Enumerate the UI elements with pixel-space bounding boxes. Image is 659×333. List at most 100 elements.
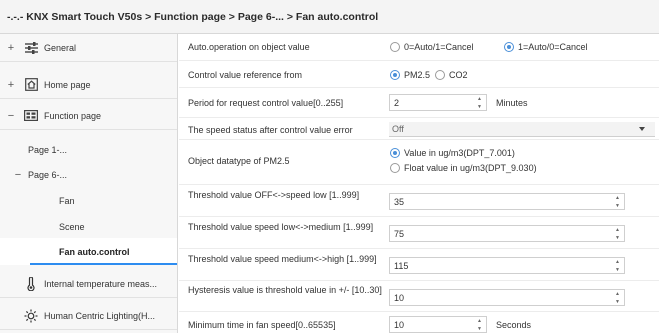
breadcrumb: -.-.- KNX Smart Touch V50s > Function pa…: [7, 11, 379, 23]
sidebar: + General + Home page − Function page Pa…: [0, 34, 178, 333]
spin-up-icon[interactable]: ▲: [477, 318, 482, 324]
hysteresis-row: Hysteresis value is threshold value in +…: [179, 281, 659, 312]
spinner-arrows[interactable]: ▲ ▼: [476, 96, 483, 110]
expand-toggle[interactable]: +: [6, 79, 16, 91]
spin-up-icon[interactable]: ▲: [477, 96, 482, 102]
min-time-input[interactable]: 10 ▲ ▼: [389, 316, 487, 333]
speed-status-row: The speed status after control value err…: [179, 118, 659, 140]
radio-indicator: [504, 42, 514, 52]
radio-pm25[interactable]: PM2.5: [390, 70, 430, 80]
radio-label: 1=Auto/0=Cancel: [518, 42, 588, 52]
threshold-low-medium-label: Threshold value speed low<->medium [1..9…: [188, 222, 374, 232]
spin-down-icon[interactable]: ▼: [615, 299, 620, 305]
sidebar-item-page-1[interactable]: Page 1-...: [0, 136, 177, 164]
datatype-row: Object datatype of PM2.5 Value in ug/m3(…: [179, 140, 659, 185]
spinner-arrows[interactable]: ▲ ▼: [614, 227, 621, 241]
radio-label: 0=Auto/1=Cancel: [404, 42, 474, 52]
sidebar-item-label: Function page: [44, 110, 102, 121]
radio-label: CO2: [449, 70, 468, 80]
spinner-arrows[interactable]: ▲ ▼: [614, 291, 621, 305]
auto-operation-row: Auto.operation on object value 0=Auto/1=…: [179, 34, 659, 61]
home-icon: [24, 78, 38, 92]
sidebar-item-function-page[interactable]: − Function page: [0, 102, 177, 130]
sidebar-item-label: Scene: [59, 222, 85, 232]
thermometer-icon: [24, 276, 38, 291]
speed-status-label: The speed status after control value err…: [188, 125, 353, 135]
spin-down-icon[interactable]: ▼: [477, 104, 482, 110]
period-label: Period for request control value[0..255]: [188, 98, 344, 108]
control-ref-label: Control value reference from: [188, 70, 303, 80]
collapse-toggle[interactable]: −: [6, 110, 16, 122]
title-bar: -.-.- KNX Smart Touch V50s > Function pa…: [0, 0, 659, 34]
expand-toggle[interactable]: +: [6, 42, 16, 54]
threshold-low-medium-input[interactable]: 75 ▲ ▼: [389, 225, 625, 242]
period-row: Period for request control value[0..255]…: [179, 88, 659, 118]
hysteresis-input[interactable]: 10 ▲ ▼: [389, 289, 625, 306]
dropdown-value: Off: [392, 124, 404, 134]
sidebar-item-label: General: [44, 42, 77, 53]
radio-auto-one[interactable]: 1=Auto/0=Cancel: [504, 42, 588, 52]
spinner-arrows[interactable]: ▲ ▼: [614, 259, 621, 273]
spin-down-icon[interactable]: ▼: [615, 203, 620, 209]
threshold-off-low-row: Threshold value OFF<->speed low [1..999]…: [179, 185, 659, 217]
sidebar-item-home-page[interactable]: + Home page: [0, 71, 177, 99]
period-value: 2: [394, 97, 400, 108]
sidebar-item-label: Page 1-...: [28, 145, 68, 155]
sliders-icon: [24, 41, 38, 55]
sidebar-item-scene[interactable]: Scene: [0, 213, 177, 241]
grid-icon: [24, 109, 38, 123]
spin-up-icon[interactable]: ▲: [615, 227, 620, 233]
sidebar-item-human-centric-lighting[interactable]: Human Centric Lighting(H...: [0, 302, 177, 330]
spinner-arrows[interactable]: ▲ ▼: [614, 195, 621, 209]
sidebar-item-page-6[interactable]: − Page 6-...: [0, 161, 177, 189]
field-value: 10: [394, 319, 405, 330]
sidebar-item-fan-auto-control[interactable]: Fan auto.control: [0, 238, 177, 265]
sidebar-item-label: Internal temperature meas...: [44, 278, 158, 289]
radio-indicator: [390, 163, 400, 173]
field-value: 115: [394, 260, 409, 271]
radio-label: Value in ug/m3(DPT_7.001): [404, 148, 515, 158]
datatype-label: Object datatype of PM2.5: [188, 156, 290, 166]
speed-status-dropdown[interactable]: Off: [389, 122, 655, 137]
sidebar-item-label: Home page: [44, 79, 91, 90]
threshold-medium-high-row: Threshold value speed medium<->high [1..…: [179, 249, 659, 281]
sidebar-item-fan[interactable]: Fan: [0, 187, 177, 215]
min-time-unit: Seconds: [496, 320, 532, 330]
spin-up-icon[interactable]: ▲: [615, 291, 620, 297]
radio-float-dpt9[interactable]: Float value in ug/m3(DPT_9.030): [390, 163, 537, 173]
collapse-toggle[interactable]: −: [13, 169, 23, 181]
sidebar-item-internal-temperature[interactable]: Internal temperature meas...: [0, 270, 177, 298]
spin-up-icon[interactable]: ▲: [615, 195, 620, 201]
radio-indicator: [390, 148, 400, 158]
control-ref-row: Control value reference from PM2.5 CO2: [179, 61, 659, 88]
sidebar-item-general[interactable]: + General: [0, 34, 177, 62]
threshold-low-medium-row: Threshold value speed low<->medium [1..9…: [179, 217, 659, 249]
threshold-medium-high-input[interactable]: 115 ▲ ▼: [389, 257, 625, 274]
field-value: 75: [394, 228, 405, 239]
radio-indicator: [435, 70, 445, 80]
min-time-label: Minimum time in fan speed[0..65535]: [188, 320, 336, 330]
field-value: 10: [394, 292, 405, 303]
radio-auto-zero[interactable]: 0=Auto/1=Cancel: [390, 42, 474, 52]
spin-down-icon[interactable]: ▼: [477, 326, 482, 332]
threshold-off-low-input[interactable]: 35 ▲ ▼: [389, 193, 625, 210]
threshold-medium-high-label: Threshold value speed medium<->high [1..…: [188, 254, 377, 264]
radio-co2[interactable]: CO2: [435, 70, 468, 80]
sun-icon: [24, 309, 38, 323]
field-value: 35: [394, 196, 405, 207]
hysteresis-label: Hysteresis value is threshold value in +…: [188, 285, 382, 295]
chevron-down-icon: [639, 127, 645, 131]
threshold-off-low-label: Threshold value OFF<->speed low [1..999]: [188, 190, 360, 200]
sidebar-item-label: Human Centric Lighting(H...: [44, 310, 156, 321]
auto-operation-label: Auto.operation on object value: [188, 42, 310, 52]
radio-indicator: [390, 42, 400, 52]
period-input[interactable]: 2 ▲ ▼: [389, 94, 487, 111]
spin-down-icon[interactable]: ▼: [615, 235, 620, 241]
radio-value-dpt7[interactable]: Value in ug/m3(DPT_7.001): [390, 148, 515, 158]
min-time-row: Minimum time in fan speed[0..65535] 10 ▲…: [179, 312, 659, 333]
radio-label: PM2.5: [404, 70, 431, 80]
spin-up-icon[interactable]: ▲: [615, 259, 620, 265]
spin-down-icon[interactable]: ▼: [615, 267, 620, 273]
spinner-arrows[interactable]: ▲ ▼: [476, 318, 483, 332]
parameter-panel: Auto.operation on object value 0=Auto/1=…: [179, 34, 659, 333]
